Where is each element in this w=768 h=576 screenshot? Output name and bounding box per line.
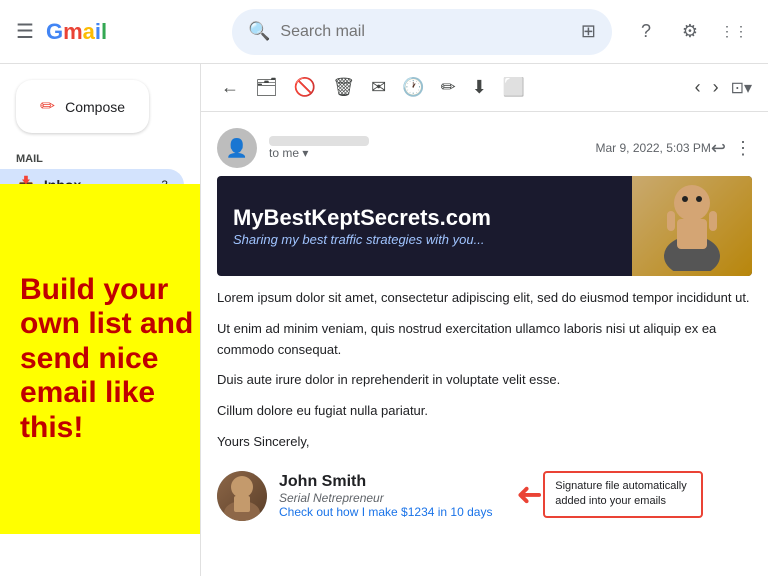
email-toolbar: ← 🗂 🚫 🗑 ✉ 🕐 ✏ ⬇ ⬜ ‹ › ⊡▾ (201, 64, 768, 112)
body-closing: Yours Sincerely, (217, 432, 752, 453)
email-area: ← 🗂 🚫 🗑 ✉ 🕐 ✏ ⬇ ⬜ ‹ › ⊡▾ 👤 (200, 64, 768, 576)
header-right: ? ⚙ ⋮⋮ (628, 14, 752, 50)
gmail-logo: Gmail (46, 19, 107, 45)
main-layout: ✏ Compose Mail 📥 Inbox 3 🕐 ℹ 21 (0, 64, 768, 576)
body-p3: Duis aute irure dolor in reprehenderit i… (217, 370, 752, 391)
banner-title: MyBestKeptSecrets.com (233, 205, 616, 231)
body-p2: Ut enim ad minim veniam, quis nostrud ex… (217, 319, 752, 361)
snooze-button[interactable]: 🕐 (398, 73, 428, 102)
sig-arrow-container: John Smith Serial Netrepreneur Check out… (217, 463, 752, 521)
back-button[interactable]: ← (217, 73, 243, 102)
compose-pencil-icon: ✏ (40, 96, 55, 117)
banner-image (632, 176, 752, 276)
menu-icon[interactable]: ☰ (16, 19, 34, 44)
red-arrow-icon: ➜ (516, 475, 543, 513)
settings-icon[interactable]: ⚙ (672, 14, 708, 50)
delete-button[interactable]: 🗑 (328, 73, 359, 102)
banner-content: MyBestKeptSecrets.com Sharing my best tr… (217, 193, 632, 258)
sig-title: Serial Netrepreneur (279, 491, 492, 505)
next-email-button[interactable]: › (709, 73, 723, 102)
move-button[interactable]: ✏ (437, 73, 460, 102)
sender-avatar: 👤 (217, 128, 257, 168)
annotation-container: ➜ Signature file automatically added int… (516, 471, 703, 518)
apps-icon[interactable]: ⋮⋮ (716, 14, 752, 50)
email-date: Mar 9, 2022, 5:03 PM (596, 141, 711, 155)
more-options-icon[interactable]: ⋮ (734, 138, 752, 159)
annotation-box: Signature file automatically added into … (543, 471, 703, 518)
email-header: 👤 to me ▾ Mar 9, 2022, 5:03 PM ↩ ⋮ (217, 128, 752, 168)
signature-area: John Smith Serial Netrepreneur Check out… (217, 463, 752, 521)
annotation-text: Signature file automatically added into … (555, 480, 686, 507)
sidebar: ✏ Compose Mail 📥 Inbox 3 🕐 ℹ 21 (0, 64, 200, 576)
body-p1: Lorem ipsum dolor sit amet, consectetur … (217, 288, 752, 309)
sig-avatar-inner (217, 471, 267, 521)
person-svg (652, 181, 732, 271)
mail-section-title: Mail (0, 145, 200, 169)
signature: John Smith Serial Netrepreneur Check out… (217, 471, 492, 521)
header: ☰ Gmail 🔍 ⊞ ? ⚙ ⋮⋮ (0, 0, 768, 64)
toolbar-nav: ‹ › (691, 73, 723, 102)
email-view: 👤 to me ▾ Mar 9, 2022, 5:03 PM ↩ ⋮ (201, 112, 768, 576)
view-toggle[interactable]: ⊡▾ (731, 78, 752, 98)
header-left: ☰ Gmail (16, 19, 216, 45)
archive-button[interactable]: 🗂 (251, 73, 282, 102)
sig-person-svg (217, 471, 267, 521)
yellow-overlay: Build your own list and send nice email … (0, 184, 200, 534)
overlay-text: Build your own list and send nice email … (20, 273, 200, 446)
search-input[interactable] (280, 23, 572, 41)
spam-button[interactable]: 🚫 (290, 73, 320, 102)
email-body: Lorem ipsum dolor sit amet, consectetur … (217, 288, 752, 453)
sig-avatar (217, 471, 267, 521)
compose-label: Compose (65, 99, 125, 115)
prev-email-button[interactable]: ‹ (691, 73, 705, 102)
copy-button[interactable]: ⬜ (499, 73, 529, 102)
reply-icon[interactable]: ↩ (711, 138, 726, 159)
search-bar[interactable]: 🔍 ⊞ (232, 9, 612, 55)
filter-icon[interactable]: ⊞ (581, 21, 596, 42)
help-icon[interactable]: ? (628, 14, 664, 50)
sig-link[interactable]: Check out how I make $1234 in 10 days (279, 505, 492, 519)
email-banner: MyBestKeptSecrets.com Sharing my best tr… (217, 176, 752, 276)
search-icon: 🔍 (248, 21, 270, 42)
mark-unread-button[interactable]: ✉ (367, 73, 390, 102)
email-actions: ↩ ⋮ (711, 138, 752, 159)
email-to[interactable]: to me ▾ (269, 146, 596, 160)
body-p4: Cillum dolore eu fugiat nulla pariatur. (217, 401, 752, 422)
gmail-m-logo: Gmail (46, 19, 107, 45)
compose-button[interactable]: ✏ Compose (16, 80, 149, 133)
email-meta: to me ▾ (269, 136, 596, 160)
sig-name: John Smith (279, 473, 492, 491)
sender-name (269, 136, 596, 146)
sig-info: John Smith Serial Netrepreneur Check out… (279, 473, 492, 519)
download-button[interactable]: ⬇ (468, 73, 491, 102)
banner-subtitle: Sharing my best traffic strategies with … (233, 232, 616, 247)
avatar-icon: 👤 (226, 138, 248, 159)
